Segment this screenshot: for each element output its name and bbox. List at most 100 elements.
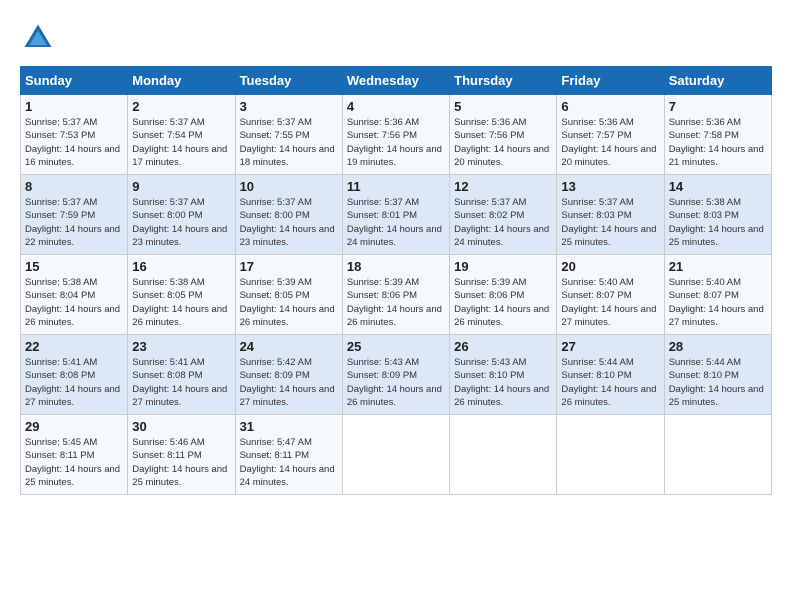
day-info: Sunrise: 5:37 AM Sunset: 8:02 PM Dayligh… xyxy=(454,196,552,249)
day-info: Sunrise: 5:39 AM Sunset: 8:06 PM Dayligh… xyxy=(347,276,445,329)
day-number: 16 xyxy=(132,259,230,274)
day-number: 12 xyxy=(454,179,552,194)
day-info: Sunrise: 5:38 AM Sunset: 8:03 PM Dayligh… xyxy=(669,196,767,249)
day-number: 21 xyxy=(669,259,767,274)
calendar-header: SundayMondayTuesdayWednesdayThursdayFrid… xyxy=(21,67,772,95)
day-info: Sunrise: 5:37 AM Sunset: 8:00 PM Dayligh… xyxy=(240,196,338,249)
logo-icon xyxy=(20,20,56,56)
calendar-cell: 1 Sunrise: 5:37 AM Sunset: 7:53 PM Dayli… xyxy=(21,95,128,175)
day-info: Sunrise: 5:37 AM Sunset: 8:01 PM Dayligh… xyxy=(347,196,445,249)
day-number: 2 xyxy=(132,99,230,114)
calendar-cell: 31 Sunrise: 5:47 AM Sunset: 8:11 PM Dayl… xyxy=(235,415,342,495)
calendar-cell: 25 Sunrise: 5:43 AM Sunset: 8:09 PM Dayl… xyxy=(342,335,449,415)
day-info: Sunrise: 5:37 AM Sunset: 8:03 PM Dayligh… xyxy=(561,196,659,249)
calendar-cell: 22 Sunrise: 5:41 AM Sunset: 8:08 PM Dayl… xyxy=(21,335,128,415)
day-info: Sunrise: 5:46 AM Sunset: 8:11 PM Dayligh… xyxy=(132,436,230,489)
calendar-cell xyxy=(664,415,771,495)
day-number: 7 xyxy=(669,99,767,114)
day-number: 26 xyxy=(454,339,552,354)
calendar-cell: 18 Sunrise: 5:39 AM Sunset: 8:06 PM Dayl… xyxy=(342,255,449,335)
calendar-cell: 21 Sunrise: 5:40 AM Sunset: 8:07 PM Dayl… xyxy=(664,255,771,335)
calendar-cell: 30 Sunrise: 5:46 AM Sunset: 8:11 PM Dayl… xyxy=(128,415,235,495)
day-info: Sunrise: 5:41 AM Sunset: 8:08 PM Dayligh… xyxy=(25,356,123,409)
day-number: 11 xyxy=(347,179,445,194)
day-info: Sunrise: 5:40 AM Sunset: 8:07 PM Dayligh… xyxy=(669,276,767,329)
weekday-header: Tuesday xyxy=(235,67,342,95)
day-info: Sunrise: 5:37 AM Sunset: 7:54 PM Dayligh… xyxy=(132,116,230,169)
calendar-cell: 6 Sunrise: 5:36 AM Sunset: 7:57 PM Dayli… xyxy=(557,95,664,175)
calendar-cell: 13 Sunrise: 5:37 AM Sunset: 8:03 PM Dayl… xyxy=(557,175,664,255)
day-info: Sunrise: 5:36 AM Sunset: 7:56 PM Dayligh… xyxy=(454,116,552,169)
calendar-cell: 12 Sunrise: 5:37 AM Sunset: 8:02 PM Dayl… xyxy=(450,175,557,255)
day-info: Sunrise: 5:45 AM Sunset: 8:11 PM Dayligh… xyxy=(25,436,123,489)
calendar-cell: 15 Sunrise: 5:38 AM Sunset: 8:04 PM Dayl… xyxy=(21,255,128,335)
weekday-header: Friday xyxy=(557,67,664,95)
calendar-cell xyxy=(557,415,664,495)
day-number: 10 xyxy=(240,179,338,194)
day-number: 6 xyxy=(561,99,659,114)
calendar-cell: 10 Sunrise: 5:37 AM Sunset: 8:00 PM Dayl… xyxy=(235,175,342,255)
day-info: Sunrise: 5:37 AM Sunset: 7:59 PM Dayligh… xyxy=(25,196,123,249)
day-number: 23 xyxy=(132,339,230,354)
day-info: Sunrise: 5:43 AM Sunset: 8:09 PM Dayligh… xyxy=(347,356,445,409)
calendar-cell: 8 Sunrise: 5:37 AM Sunset: 7:59 PM Dayli… xyxy=(21,175,128,255)
day-info: Sunrise: 5:39 AM Sunset: 8:06 PM Dayligh… xyxy=(454,276,552,329)
calendar-cell: 5 Sunrise: 5:36 AM Sunset: 7:56 PM Dayli… xyxy=(450,95,557,175)
calendar-cell: 2 Sunrise: 5:37 AM Sunset: 7:54 PM Dayli… xyxy=(128,95,235,175)
calendar-cell: 3 Sunrise: 5:37 AM Sunset: 7:55 PM Dayli… xyxy=(235,95,342,175)
calendar-cell: 26 Sunrise: 5:43 AM Sunset: 8:10 PM Dayl… xyxy=(450,335,557,415)
calendar-cell: 23 Sunrise: 5:41 AM Sunset: 8:08 PM Dayl… xyxy=(128,335,235,415)
calendar-table: SundayMondayTuesdayWednesdayThursdayFrid… xyxy=(20,66,772,495)
calendar-cell: 4 Sunrise: 5:36 AM Sunset: 7:56 PM Dayli… xyxy=(342,95,449,175)
day-number: 24 xyxy=(240,339,338,354)
day-number: 25 xyxy=(347,339,445,354)
day-info: Sunrise: 5:38 AM Sunset: 8:05 PM Dayligh… xyxy=(132,276,230,329)
weekday-header: Sunday xyxy=(21,67,128,95)
calendar-cell: 19 Sunrise: 5:39 AM Sunset: 8:06 PM Dayl… xyxy=(450,255,557,335)
calendar-cell: 29 Sunrise: 5:45 AM Sunset: 8:11 PM Dayl… xyxy=(21,415,128,495)
calendar-cell: 28 Sunrise: 5:44 AM Sunset: 8:10 PM Dayl… xyxy=(664,335,771,415)
day-info: Sunrise: 5:44 AM Sunset: 8:10 PM Dayligh… xyxy=(669,356,767,409)
day-number: 13 xyxy=(561,179,659,194)
day-info: Sunrise: 5:44 AM Sunset: 8:10 PM Dayligh… xyxy=(561,356,659,409)
weekday-header: Thursday xyxy=(450,67,557,95)
logo xyxy=(20,20,62,56)
day-info: Sunrise: 5:43 AM Sunset: 8:10 PM Dayligh… xyxy=(454,356,552,409)
calendar-cell: 11 Sunrise: 5:37 AM Sunset: 8:01 PM Dayl… xyxy=(342,175,449,255)
day-number: 30 xyxy=(132,419,230,434)
weekday-header: Saturday xyxy=(664,67,771,95)
calendar-cell: 9 Sunrise: 5:37 AM Sunset: 8:00 PM Dayli… xyxy=(128,175,235,255)
day-number: 28 xyxy=(669,339,767,354)
day-info: Sunrise: 5:36 AM Sunset: 7:56 PM Dayligh… xyxy=(347,116,445,169)
day-info: Sunrise: 5:41 AM Sunset: 8:08 PM Dayligh… xyxy=(132,356,230,409)
day-number: 15 xyxy=(25,259,123,274)
day-info: Sunrise: 5:36 AM Sunset: 7:58 PM Dayligh… xyxy=(669,116,767,169)
calendar-cell xyxy=(450,415,557,495)
day-info: Sunrise: 5:40 AM Sunset: 8:07 PM Dayligh… xyxy=(561,276,659,329)
day-number: 18 xyxy=(347,259,445,274)
day-info: Sunrise: 5:37 AM Sunset: 8:00 PM Dayligh… xyxy=(132,196,230,249)
day-info: Sunrise: 5:36 AM Sunset: 7:57 PM Dayligh… xyxy=(561,116,659,169)
day-number: 17 xyxy=(240,259,338,274)
day-info: Sunrise: 5:37 AM Sunset: 7:55 PM Dayligh… xyxy=(240,116,338,169)
calendar-cell: 27 Sunrise: 5:44 AM Sunset: 8:10 PM Dayl… xyxy=(557,335,664,415)
day-number: 3 xyxy=(240,99,338,114)
day-number: 4 xyxy=(347,99,445,114)
header xyxy=(20,20,772,56)
calendar-cell: 24 Sunrise: 5:42 AM Sunset: 8:09 PM Dayl… xyxy=(235,335,342,415)
day-info: Sunrise: 5:42 AM Sunset: 8:09 PM Dayligh… xyxy=(240,356,338,409)
day-number: 9 xyxy=(132,179,230,194)
day-number: 19 xyxy=(454,259,552,274)
day-number: 31 xyxy=(240,419,338,434)
calendar-cell xyxy=(342,415,449,495)
day-number: 5 xyxy=(454,99,552,114)
day-info: Sunrise: 5:38 AM Sunset: 8:04 PM Dayligh… xyxy=(25,276,123,329)
day-number: 29 xyxy=(25,419,123,434)
day-number: 1 xyxy=(25,99,123,114)
day-info: Sunrise: 5:39 AM Sunset: 8:05 PM Dayligh… xyxy=(240,276,338,329)
weekday-header: Monday xyxy=(128,67,235,95)
day-number: 22 xyxy=(25,339,123,354)
day-number: 8 xyxy=(25,179,123,194)
day-number: 27 xyxy=(561,339,659,354)
calendar-cell: 20 Sunrise: 5:40 AM Sunset: 8:07 PM Dayl… xyxy=(557,255,664,335)
